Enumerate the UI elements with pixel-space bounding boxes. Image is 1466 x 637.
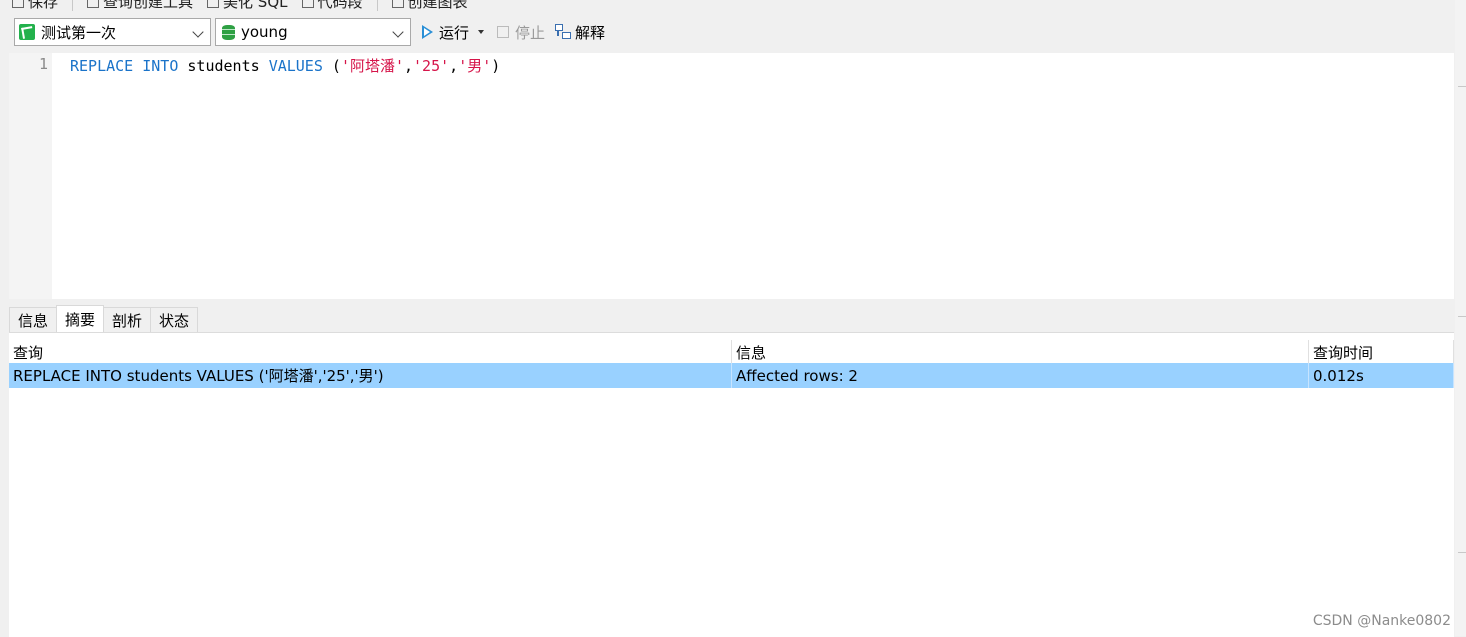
connection-select[interactable]: 测试第一次 <box>14 18 211 46</box>
database-select[interactable]: young <box>215 18 411 46</box>
table-header-row: 查询 信息 查询时间 <box>9 340 1454 365</box>
save-icon <box>12 0 24 8</box>
database-select-value: young <box>241 23 288 41</box>
connection-select-value: 测试第一次 <box>41 23 117 42</box>
query-builder-button[interactable]: 查询创建工具 <box>87 0 193 12</box>
table-row[interactable]: REPLACE INTO students VALUES ('阿塔潘','25'… <box>9 363 1454 388</box>
toolbar-divider <box>72 0 74 11</box>
database-icon <box>222 24 235 40</box>
sql-string: '25' <box>413 57 450 75</box>
save-button[interactable]: 保存 <box>12 0 58 12</box>
sql-punctuation: , <box>449 57 459 75</box>
stop-button[interactable]: 停止 <box>497 21 545 43</box>
line-number: 1 <box>38 55 48 73</box>
result-tabs: 信息 摘要 剖析 状态 <box>9 305 199 332</box>
stop-icon <box>497 26 509 38</box>
explain-button[interactable]: 解释 <box>555 21 605 43</box>
code-snippet-icon <box>301 0 314 8</box>
sql-string: '阿塔潘' <box>340 57 404 75</box>
summary-result-table: 查询 信息 查询时间 REPLACE INTO students VALUES … <box>9 332 1454 637</box>
table-cell-query-time[interactable]: 0.012s <box>1309 363 1454 388</box>
sql-keyword: INTO <box>142 57 179 75</box>
table-cell-query[interactable]: REPLACE INTO students VALUES ('阿塔潘','25'… <box>9 363 732 388</box>
sql-table-name: students <box>187 57 260 75</box>
sql-punctuation: , <box>404 57 414 75</box>
watermark: CSDN @Nanke0802 <box>1312 613 1451 629</box>
sql-keyword: VALUES <box>268 57 323 75</box>
run-button[interactable]: 运行 <box>422 21 485 43</box>
sql-editor[interactable]: 1 REPLACE INTO students VALUES ('阿塔潘','2… <box>9 53 1454 299</box>
right-scroll-strip[interactable] <box>1455 0 1466 636</box>
sql-punctuation: ) <box>491 57 501 75</box>
table-cell-message[interactable]: Affected rows: 2 <box>732 363 1309 388</box>
line-number-gutter: 1 <box>9 53 52 299</box>
beautify-icon <box>207 0 220 8</box>
explain-icon <box>555 24 571 40</box>
column-header-query-time[interactable]: 查询时间 <box>1309 340 1454 365</box>
sql-punctuation: ( <box>331 57 341 75</box>
tab-profile[interactable]: 剖析 <box>103 307 152 332</box>
beautify-sql-button[interactable]: 美化 SQL <box>207 0 288 12</box>
main-toolbar: 保存 查询创建工具 美化 SQL 代码段 创建图表 <box>0 0 1466 12</box>
chart-icon <box>391 0 404 8</box>
sql-code-line[interactable]: REPLACE INTO students VALUES ('阿塔潘','25'… <box>70 55 500 76</box>
code-snippet-button[interactable]: 代码段 <box>301 0 363 12</box>
chevron-down-icon <box>392 26 404 38</box>
query-toolbar: 测试第一次 young 运行 停止 解释 <box>0 17 1466 47</box>
connection-icon <box>19 24 35 40</box>
column-header-message[interactable]: 信息 <box>732 340 1309 365</box>
query-builder-icon <box>87 0 100 8</box>
sql-keyword: REPLACE <box>70 57 134 75</box>
chevron-down-icon <box>192 26 204 38</box>
tab-status[interactable]: 状态 <box>150 307 199 332</box>
sql-string: '男' <box>458 57 492 75</box>
tab-summary[interactable]: 摘要 <box>56 305 105 332</box>
tab-message[interactable]: 信息 <box>9 307 58 332</box>
run-dropdown-arrow-icon[interactable] <box>478 30 485 34</box>
play-icon <box>422 25 433 39</box>
toolbar-divider <box>376 0 378 11</box>
column-header-query[interactable]: 查询 <box>9 340 732 365</box>
create-chart-button[interactable]: 创建图表 <box>391 0 468 12</box>
